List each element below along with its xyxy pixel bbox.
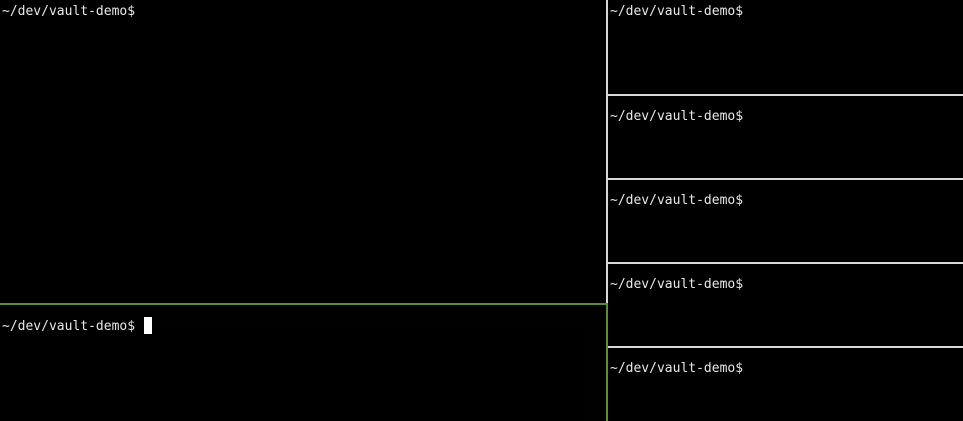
terminal-pane-right-4[interactable]: ~/dev/vault-demo$	[608, 264, 963, 346]
terminal-pane-left-top[interactable]: ~/dev/vault-demo$	[0, 0, 606, 303]
shell-prompt: ~/dev/vault-demo$	[2, 4, 136, 19]
pane-border-horizontal[interactable]	[608, 94, 963, 96]
shell-prompt: ~/dev/vault-demo$	[610, 361, 744, 376]
active-pane-border-vertical[interactable]	[606, 303, 608, 421]
terminal-pane-right-5[interactable]: ~/dev/vault-demo$	[608, 348, 963, 421]
shell-prompt-line: ~/dev/vault-demo$	[2, 317, 153, 336]
terminal-pane-right-2[interactable]: ~/dev/vault-demo$	[608, 96, 963, 178]
pane-border-horizontal[interactable]	[608, 262, 963, 264]
shell-prompt: ~/dev/vault-demo$	[610, 109, 744, 124]
text-cursor	[144, 317, 153, 334]
shell-prompt: ~/dev/vault-demo$	[610, 277, 744, 292]
pane-border-vertical[interactable]	[606, 0, 608, 303]
terminal-pane-left-bottom[interactable]: ~/dev/vault-demo$	[0, 305, 606, 421]
shell-prompt: ~/dev/vault-demo$	[610, 193, 744, 208]
terminal-pane-right-3[interactable]: ~/dev/vault-demo$	[608, 180, 963, 262]
active-pane-border-horizontal[interactable]	[0, 303, 607, 305]
terminal-pane-right-1[interactable]: ~/dev/vault-demo$	[608, 0, 963, 94]
pane-border-horizontal[interactable]	[608, 178, 963, 180]
shell-prompt: ~/dev/vault-demo$	[2, 319, 136, 334]
pane-border-horizontal[interactable]	[608, 346, 963, 348]
shell-prompt: ~/dev/vault-demo$	[610, 4, 744, 19]
